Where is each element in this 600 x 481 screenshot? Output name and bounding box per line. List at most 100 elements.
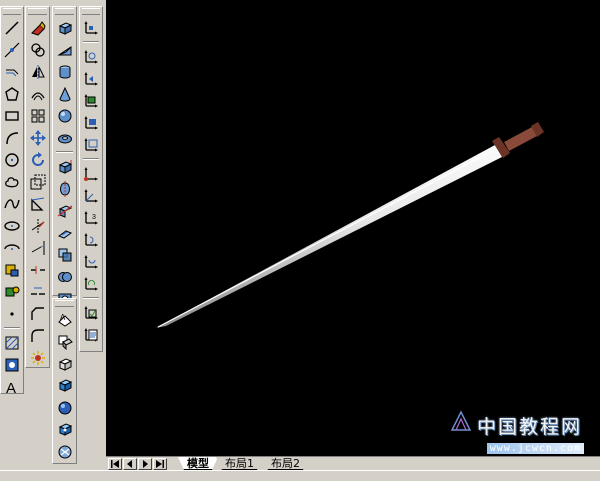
tab-model[interactable]: 模型: [178, 457, 218, 470]
move-button[interactable]: [28, 127, 48, 148]
solid-union-button[interactable]: [55, 266, 75, 287]
solid-extrude-button[interactable]: [55, 156, 75, 177]
tab-layout1[interactable]: 布局1: [216, 457, 263, 470]
array-button[interactable]: [28, 105, 48, 126]
materials-button[interactable]: [55, 397, 75, 418]
materials-library-button[interactable]: [55, 419, 75, 440]
ellipse-arc-button[interactable]: [2, 237, 22, 258]
spline-button[interactable]: [2, 193, 22, 214]
ucs-face-button[interactable]: [81, 90, 101, 111]
join-icon: [30, 287, 45, 295]
solid-cylinder-icon: [59, 65, 70, 78]
extend-button[interactable]: [28, 237, 48, 258]
multiline-text-button[interactable]: A: [2, 376, 22, 397]
point-button[interactable]: [2, 303, 22, 324]
chamfer-button[interactable]: [28, 303, 48, 324]
explode-button[interactable]: [28, 347, 48, 368]
hide-button[interactable]: A: [55, 309, 75, 330]
ucs-previous-button[interactable]: [81, 68, 101, 89]
materials-library-icon: [58, 422, 72, 436]
make-block-button[interactable]: [2, 281, 22, 302]
hatch-button[interactable]: [2, 332, 22, 353]
insert-block-button[interactable]: [2, 259, 22, 280]
ucs-button[interactable]: [81, 17, 101, 38]
named-ucs-button[interactable]: [81, 324, 101, 345]
toolbar-grip[interactable]: [28, 8, 47, 15]
solid-sphere-button[interactable]: [55, 105, 75, 126]
scale-icon: [30, 174, 45, 189]
solid-interfere-button[interactable]: [55, 244, 75, 265]
previous-layout-button[interactable]: [123, 458, 137, 470]
ucs-view-button[interactable]: [81, 134, 101, 155]
ucs-zaxis-button[interactable]: [81, 185, 101, 206]
rectangle-button[interactable]: [2, 105, 22, 126]
solid-interfere-icon: [58, 248, 71, 261]
solid-box-button[interactable]: [55, 17, 75, 38]
background-button[interactable]: [55, 441, 75, 462]
copy-button[interactable]: [28, 39, 48, 60]
drawing-viewport[interactable]: 中国教程网 www.jcwcn.com: [106, 0, 600, 456]
ucs-world-button[interactable]: [81, 46, 101, 67]
join-button[interactable]: [28, 281, 48, 302]
solid-cone-button[interactable]: [55, 83, 75, 104]
offset-button[interactable]: [28, 83, 48, 104]
multiline-button[interactable]: [2, 61, 22, 82]
layout-tab-bar: 模型 布局1 布局2: [106, 456, 600, 471]
solid-cylinder-button[interactable]: [55, 61, 75, 82]
scenes-button[interactable]: [55, 353, 75, 374]
solid-revolve-button[interactable]: [55, 178, 75, 199]
fillet-button[interactable]: [28, 325, 48, 346]
ucs-object-button[interactable]: [81, 112, 101, 133]
toolbar-grip[interactable]: [55, 8, 74, 15]
spline-icon: [4, 198, 20, 208]
sword-model[interactable]: [156, 122, 544, 328]
next-layout-button[interactable]: [138, 458, 152, 470]
ucs-y-button[interactable]: [81, 251, 101, 272]
last-layout-button[interactable]: [153, 458, 167, 470]
rotate-button[interactable]: [28, 149, 48, 170]
ucs-origin-icon: [84, 166, 98, 181]
solid-section-button[interactable]: [55, 222, 75, 243]
lights-button[interactable]: [55, 375, 75, 396]
solid-extrude-icon: [58, 159, 72, 174]
stretch-button[interactable]: [28, 193, 48, 214]
solid-slice-button[interactable]: [55, 200, 75, 221]
revision-cloud-button[interactable]: [2, 171, 22, 192]
arc-button[interactable]: [2, 127, 22, 148]
ucs-face-icon: [84, 93, 98, 107]
extend-icon: [31, 240, 44, 255]
line-icon: [5, 20, 19, 35]
ucs-3point-button[interactable]: 3: [81, 207, 101, 228]
ucs-apply-button[interactable]: [81, 302, 101, 323]
solid-slice-icon: [57, 204, 72, 218]
toolbar-separator: [56, 151, 73, 153]
array-icon: [31, 109, 44, 122]
toolbar-grip[interactable]: [82, 8, 100, 15]
toolbar-grip[interactable]: [3, 8, 21, 15]
tab-layout2[interactable]: 布局2: [262, 457, 309, 470]
ucs-x-button[interactable]: [81, 229, 101, 250]
solid-wedge-button[interactable]: [55, 39, 75, 60]
mirror-button[interactable]: [28, 61, 48, 82]
scale-button[interactable]: [28, 171, 48, 192]
toolbar-grip[interactable]: [55, 300, 74, 307]
first-layout-button[interactable]: [108, 458, 122, 470]
circle-button[interactable]: [2, 149, 22, 170]
construction-line-button[interactable]: [2, 39, 22, 60]
erase-button[interactable]: [28, 17, 48, 38]
solid-torus-icon: [57, 134, 72, 143]
solid-torus-button[interactable]: [55, 127, 75, 148]
trim-icon: [31, 218, 44, 233]
trim-button[interactable]: [28, 215, 48, 236]
line-button[interactable]: [2, 17, 22, 38]
region-button[interactable]: [2, 354, 22, 375]
ucs-x-icon: [84, 232, 98, 246]
ucs-z-button[interactable]: [81, 273, 101, 294]
render-button[interactable]: [55, 331, 75, 352]
ellipse-button[interactable]: [2, 215, 22, 236]
polygon-button[interactable]: [2, 83, 22, 104]
break-button[interactable]: [28, 259, 48, 280]
ucs-origin-button[interactable]: [81, 163, 101, 184]
ucs-apply-icon: [84, 305, 98, 319]
solid-wedge-icon: [56, 45, 71, 55]
